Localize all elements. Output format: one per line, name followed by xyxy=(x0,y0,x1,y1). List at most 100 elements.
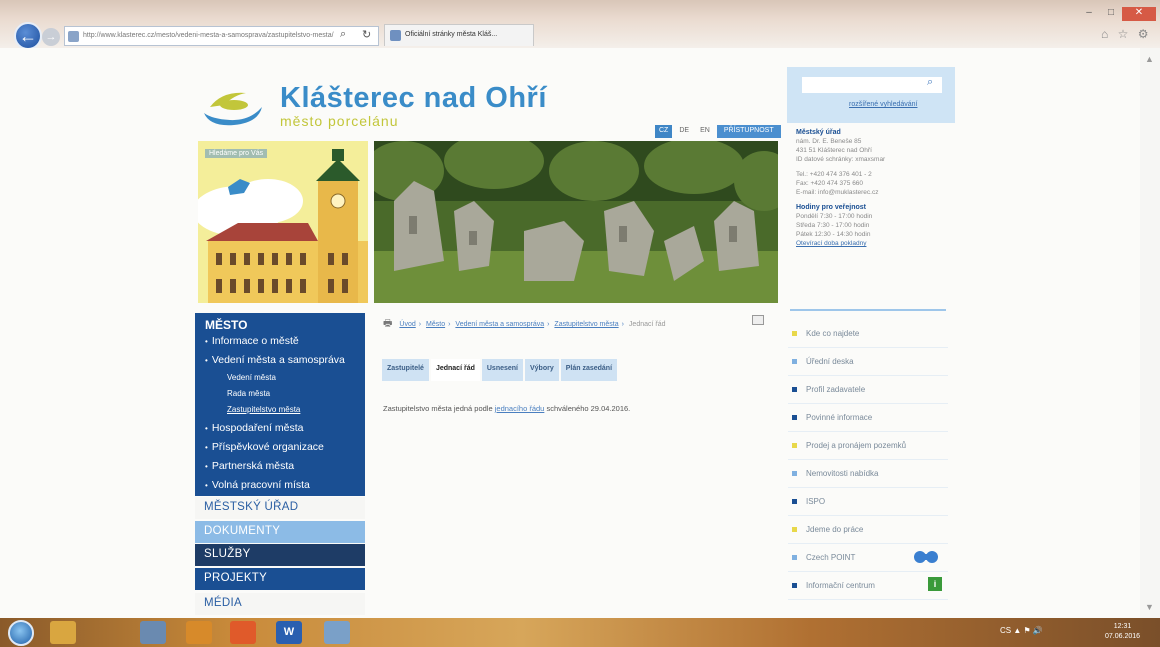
browser-chrome: ← → http://www.klasterec.cz/mesto/vedeni… xyxy=(0,0,1160,50)
tab-title: Oficiální stránky města Kláš... xyxy=(405,31,498,38)
search-icon[interactable]: ⌕ xyxy=(340,28,346,41)
nav-section-sluzby[interactable]: SLUŽBY xyxy=(195,544,365,566)
quick-link-label: Informační centrum xyxy=(806,581,875,590)
clock-time: 12:31 xyxy=(1113,623,1132,630)
taskbar-app-media-icon[interactable] xyxy=(140,621,166,644)
lang-cz-button[interactable]: CZ xyxy=(655,125,673,138)
search-input[interactable] xyxy=(802,77,942,93)
breadcrumb-separator: › xyxy=(448,321,451,328)
settings-gear-icon[interactable]: ⚙ xyxy=(1138,27,1149,41)
nav-head-mesto[interactable]: MĚSTO xyxy=(205,318,247,332)
breadcrumb-item-mesto[interactable]: Město xyxy=(426,321,445,328)
office-email[interactable]: E-mail: info@muklasterec.cz xyxy=(796,188,956,197)
start-button-icon[interactable] xyxy=(8,620,34,646)
site-favicon-icon xyxy=(68,31,79,42)
share-icon[interactable] xyxy=(752,315,764,325)
hours-heading: Hodiny pro veřejnost xyxy=(796,204,867,211)
nav-item-volna-mista[interactable]: Volná pracovní místa xyxy=(205,479,310,491)
taskbar-app-office-icon[interactable] xyxy=(230,621,256,644)
breadcrumb-item-uvod[interactable]: Úvod xyxy=(399,321,415,328)
tab-vybory[interactable]: Výbory xyxy=(525,359,559,381)
town-hall-illustration[interactable]: Hledáme pro Vás xyxy=(198,141,368,303)
nav-section-media[interactable]: MÉDIA xyxy=(195,593,365,615)
nav-section-mestsky-urad[interactable]: MĚSTSKÝ ÚŘAD xyxy=(195,497,365,519)
breadcrumb-item-vedeni[interactable]: Vedení města a samospráva xyxy=(455,321,544,328)
quick-link-label: ISPO xyxy=(806,497,826,506)
tab-favicon-icon xyxy=(390,30,401,41)
lang-en-button[interactable]: EN xyxy=(696,125,714,138)
nav-sub-zastupitelstvo[interactable]: Zastupitelstvo města xyxy=(227,405,300,414)
maximize-button[interactable]: □ xyxy=(1100,7,1122,21)
advanced-search-link[interactable]: rozšířené vyhledávání xyxy=(849,101,917,108)
breadcrumb-separator: › xyxy=(418,321,422,328)
town-hall-drawing xyxy=(198,141,368,303)
search-button-icon[interactable]: ⌕ xyxy=(927,76,933,89)
quick-link-nemovitosti[interactable]: Nemovitosti nabídka xyxy=(788,460,948,488)
nav-sub-rada-mesta[interactable]: Rada města xyxy=(227,389,270,398)
quick-link-profil-zadavatele[interactable]: Profil zadavatele xyxy=(788,376,948,404)
quick-link-label: Nemovitosti nabídka xyxy=(806,469,879,478)
quick-links: Kde co najdete Úřední deska Profil zadav… xyxy=(788,320,948,600)
accessibility-button[interactable]: PŘÍSTUPNOST xyxy=(716,125,781,138)
forward-button[interactable]: → xyxy=(42,28,60,46)
office-databox: ID datové schránky: xmaxsmar xyxy=(796,156,886,163)
nav-item-informace[interactable]: Informace o městě xyxy=(205,335,299,347)
quick-link-label: Czech POINT xyxy=(806,553,856,562)
refresh-icon[interactable]: ↻ xyxy=(362,28,371,41)
hours-line: Pátek 12:30 - 14:30 hodin xyxy=(796,231,871,238)
quick-link-label: Jdeme do práce xyxy=(806,525,864,534)
tab-usneseni[interactable]: Usnesení xyxy=(481,359,523,381)
scroll-down-icon[interactable]: ▼ xyxy=(1145,602,1154,612)
address-bar[interactable]: http://www.klasterec.cz/mesto/vedeni-mes… xyxy=(64,26,379,46)
taskbar-app-word-icon[interactable]: W xyxy=(276,621,302,644)
hours-line: Pondělí 7:30 - 17:00 hodin xyxy=(796,213,873,220)
quick-link-label: Profil zadavatele xyxy=(806,385,866,394)
city-logo-icon[interactable] xyxy=(200,83,266,129)
nav-section-projekty[interactable]: PROJEKTY xyxy=(195,568,365,590)
minimize-button[interactable]: – xyxy=(1078,7,1100,21)
toolbar-icons: ⌂ ☆ ⚙ xyxy=(1095,27,1148,41)
tab-jednaci-rad[interactable]: Jednací řád xyxy=(430,359,480,381)
cashier-hours-link[interactable]: Otevírací doba pokladny xyxy=(796,239,956,248)
site-subtitle: město porcelánu xyxy=(280,113,399,129)
browser-tab[interactable]: Oficiální stránky města Kláš... xyxy=(384,24,534,46)
nav-item-prispevkove[interactable]: Příspěvkové organizace xyxy=(205,441,324,453)
content-tabs: Zastupitelé Jednací řád Usnesení Výbory Plán… xyxy=(382,357,619,381)
breadcrumb-item-zastupitelstvo[interactable]: Zastupitelstvo města xyxy=(554,321,618,328)
tab-zastupitele[interactable]: Zastupitelé xyxy=(382,359,429,381)
office-fax: Fax: +420 474 375 660 xyxy=(796,180,864,187)
quick-link-czech-point[interactable]: Czech POINT xyxy=(788,544,948,572)
lang-de-button[interactable]: DE xyxy=(675,125,693,138)
quick-link-info-centrum[interactable]: Informační centrum i xyxy=(788,572,948,600)
quick-link-jdeme-do-prace[interactable]: Jdeme do práce xyxy=(788,516,948,544)
tab-plan-zasedani[interactable]: Plán zasedání xyxy=(560,359,618,381)
taskbar-clock[interactable]: 12:31 07.06.2016 xyxy=(1105,622,1140,642)
quick-link-prodej-pozemku[interactable]: Prodej a pronájem pozemků xyxy=(788,432,948,460)
nav-item-hospodareni[interactable]: Hospodaření města xyxy=(205,422,304,434)
quick-link-povinne-informace[interactable]: Povinné informace xyxy=(788,404,948,432)
quick-link-kde-co-najdete[interactable]: Kde co najdete xyxy=(788,320,948,348)
quick-link-ispo[interactable]: ISPO xyxy=(788,488,948,516)
nav-section-dokumenty[interactable]: DOKUMENTY xyxy=(195,521,365,543)
back-button[interactable]: ← xyxy=(14,22,42,50)
scroll-up-icon[interactable]: ▲ xyxy=(1145,54,1154,64)
quick-link-label: Kde co najdete xyxy=(806,329,860,338)
quick-link-uredni-deska[interactable]: Úřední deska xyxy=(788,348,948,376)
breadcrumb-separator: › xyxy=(547,321,550,328)
taskbar-app-explorer-icon[interactable] xyxy=(50,621,76,644)
taskbar-app-ie-icon[interactable] xyxy=(324,621,350,644)
quick-link-label: Povinné informace xyxy=(806,413,873,422)
favorites-icon[interactable]: ☆ xyxy=(1118,27,1129,41)
nav-item-partnerska[interactable]: Partnerská města xyxy=(205,460,294,472)
close-button[interactable]: ✕ xyxy=(1122,7,1156,21)
site-title[interactable]: Klášterec nad Ohří xyxy=(280,82,547,115)
left-image-label: Hledáme pro Vás xyxy=(205,149,268,158)
home-icon[interactable]: ⌂ xyxy=(1101,27,1108,41)
system-tray[interactable]: CS ▲ ⚑ 🔊 xyxy=(1000,626,1043,635)
nav-item-vedeni[interactable]: Vedení města a samospráva xyxy=(205,354,345,366)
vertical-scrollbar[interactable]: ▲ ▼ xyxy=(1140,48,1160,618)
nav-sub-vedeni-mesta[interactable]: Vedení města xyxy=(227,373,276,382)
taskbar-app-chrome-icon[interactable] xyxy=(186,621,212,644)
print-icon[interactable]: 🖶 xyxy=(383,318,392,329)
jednaci-rad-link[interactable]: jednacího řádu xyxy=(495,404,545,413)
